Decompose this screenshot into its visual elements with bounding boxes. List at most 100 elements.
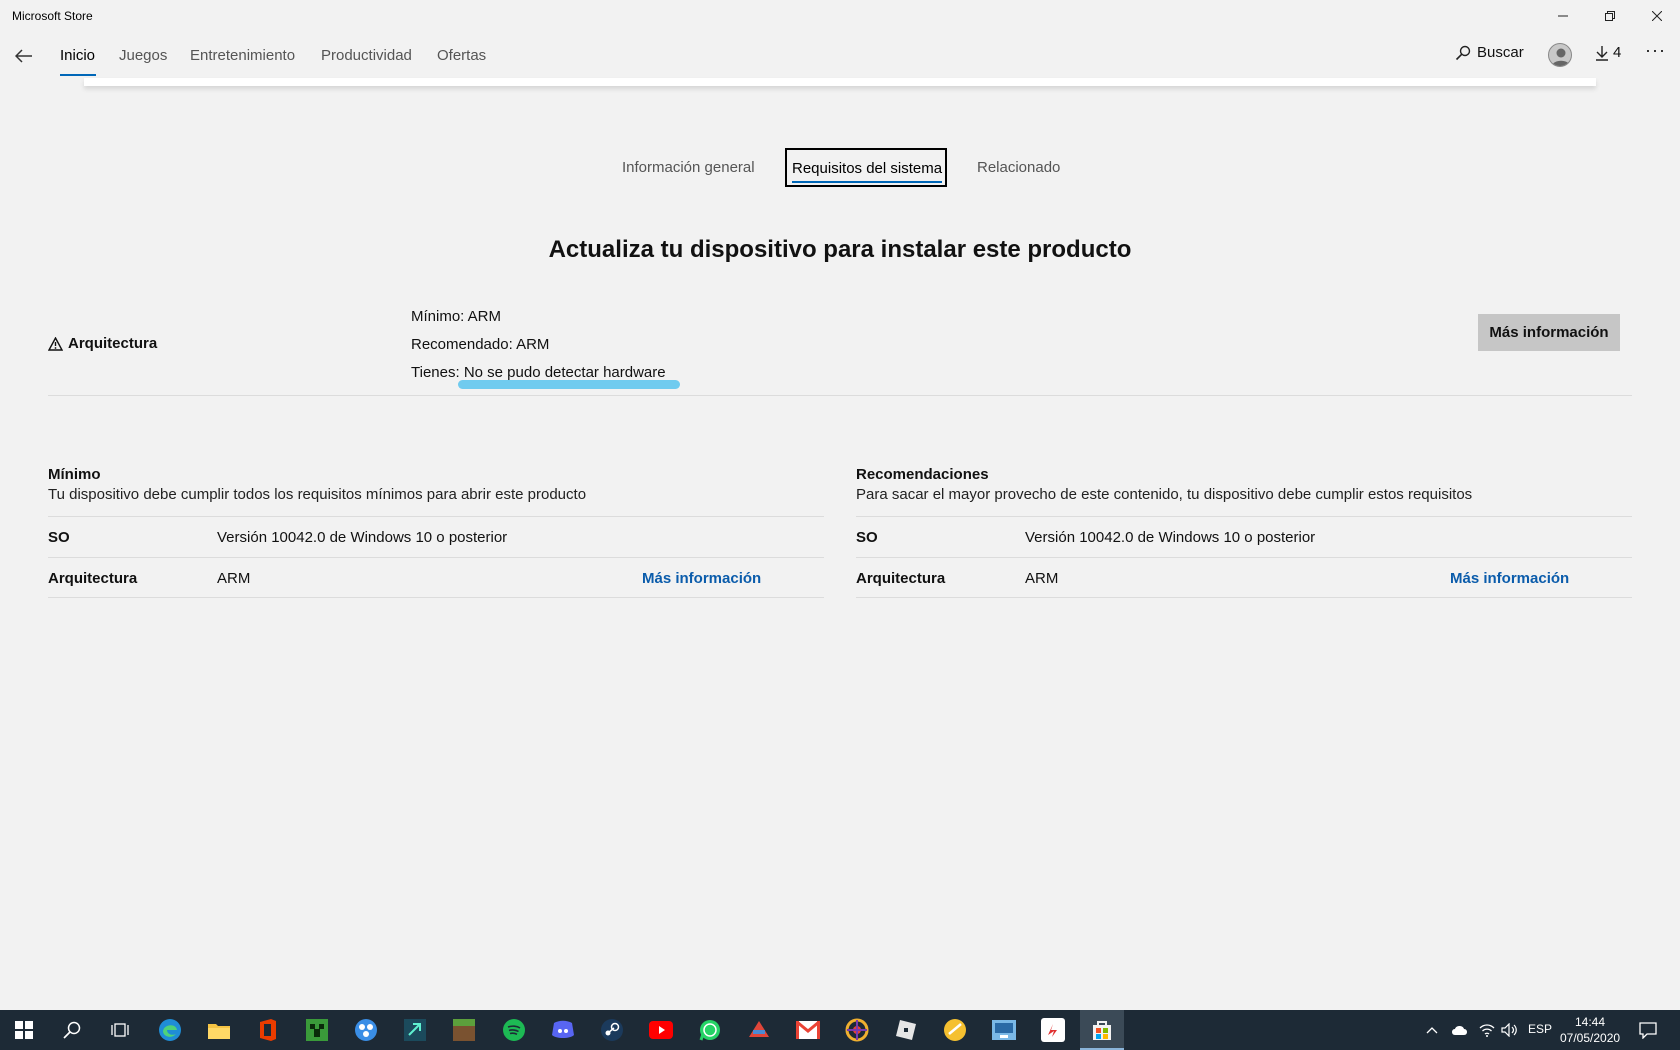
row-key: Arquitectura: [856, 570, 946, 587]
nav-tab-entretenimiento[interactable]: Entretenimiento: [190, 47, 295, 64]
minimum-subtitle: Tu dispositivo debe cumplir todos los re…: [48, 486, 587, 503]
nav-tab-inicio[interactable]: Inicio: [60, 47, 95, 64]
minimize-button[interactable]: [1540, 0, 1586, 32]
current-line: Tienes: No se pudo detectar hardware: [411, 359, 666, 387]
redwhite-app-icon: [1041, 1018, 1065, 1042]
page-heading: Actualiza tu dispositivo para instalar e…: [548, 236, 1132, 263]
row-value: Versión 10042.0 de Windows 10 o posterio…: [217, 529, 508, 546]
taskbar-app-wheel[interactable]: [843, 1016, 871, 1044]
close-button[interactable]: [1634, 0, 1680, 32]
active-tab-indicator: [60, 74, 96, 76]
taskbar-roblox[interactable]: [892, 1016, 920, 1044]
onedrive-button[interactable]: [1450, 1016, 1470, 1044]
nav-tab-productividad[interactable]: Productividad: [321, 47, 412, 64]
taskbar-gmail[interactable]: [794, 1016, 822, 1044]
taskbar: ESP 14:44 07/05/2020: [0, 1010, 1680, 1050]
tray-expand-button[interactable]: [1424, 1016, 1440, 1044]
taskbar-file-explorer[interactable]: [205, 1016, 233, 1044]
search-icon: [1455, 45, 1471, 60]
clock-time: 14:44: [1574, 1015, 1606, 1029]
minimum-title: Mínimo: [48, 466, 101, 483]
restore-icon: [1605, 11, 1615, 21]
taskbar-youtube[interactable]: [647, 1016, 675, 1044]
avatar[interactable]: [1548, 43, 1572, 67]
back-button[interactable]: [6, 40, 42, 72]
taskbar-spotify[interactable]: [500, 1016, 528, 1044]
clock[interactable]: 14:44 07/05/2020: [1560, 1014, 1620, 1046]
clock-date: 07/05/2020: [1560, 1031, 1621, 1045]
tab-informacion-general[interactable]: Información general: [622, 159, 755, 176]
row-value: Versión 10042.0 de Windows 10 o posterio…: [1025, 529, 1316, 546]
search-button[interactable]: Buscar: [1455, 44, 1524, 61]
table-row: Arquitectura ARM Más información: [856, 557, 1632, 598]
active-section-indicator: [792, 181, 942, 183]
window-title: Microsoft Store: [12, 9, 93, 23]
row-key: SO: [856, 529, 878, 546]
wifi-icon: [1479, 1024, 1495, 1037]
roblox-icon: [896, 1020, 916, 1040]
office-icon: [260, 1019, 276, 1041]
row-value: ARM: [1025, 570, 1059, 587]
taskbar-search-button[interactable]: [58, 1016, 86, 1044]
table-row: Arquitectura ARM Más información: [48, 557, 824, 598]
search-icon: [63, 1021, 81, 1039]
restore-button[interactable]: [1587, 0, 1633, 32]
taskbar-app-blue[interactable]: [990, 1016, 1018, 1044]
current-value: No se pudo detectar hardware: [463, 364, 666, 381]
tab-relacionado[interactable]: Relacionado: [977, 159, 1060, 176]
minimum-requirements: Mínimo Tu dispositivo debe cumplir todos…: [48, 466, 824, 598]
taskbar-app-circles[interactable]: [352, 1016, 380, 1044]
circles-app-icon: [355, 1019, 377, 1041]
taskbar-steam[interactable]: [598, 1016, 626, 1044]
task-view-icon: [111, 1023, 129, 1037]
yellow-app-icon: [944, 1019, 966, 1041]
notification-icon: [1639, 1022, 1657, 1039]
more-info-link[interactable]: Más información: [1450, 570, 1569, 587]
architecture-warning: Arquitectura: [48, 335, 157, 352]
row-key: Arquitectura: [48, 570, 138, 587]
taskbar-app-arrow[interactable]: [401, 1016, 429, 1044]
start-button[interactable]: [10, 1016, 38, 1044]
arrow-app-icon: [404, 1019, 426, 1041]
more-options-button[interactable]: ···: [1645, 40, 1666, 61]
notifications-button[interactable]: [1634, 1016, 1662, 1044]
row-value: ARM: [217, 570, 251, 587]
chevron-up-icon: [1426, 1027, 1438, 1034]
back-arrow-icon: [15, 49, 32, 63]
store-icon: [1093, 1021, 1111, 1040]
downloads-button[interactable]: 4: [1595, 44, 1621, 61]
architecture-details: Mínimo: ARM Recomendado: ARM Tienes: No …: [411, 303, 666, 387]
task-view-button[interactable]: [106, 1016, 134, 1044]
taskbar-creeper-app[interactable]: [303, 1016, 331, 1044]
windows-icon: [15, 1021, 33, 1039]
more-info-link[interactable]: Más información: [642, 570, 761, 587]
tab-requisitos-del-sistema[interactable]: Requisitos del sistema: [785, 148, 947, 187]
taskbar-minecraft[interactable]: [450, 1016, 478, 1044]
nav-tab-juegos[interactable]: Juegos: [119, 47, 167, 64]
more-info-button[interactable]: Más información: [1478, 314, 1620, 351]
nav-tab-ofertas[interactable]: Ofertas: [437, 47, 486, 64]
taskbar-app-yellow[interactable]: [941, 1016, 969, 1044]
language-indicator[interactable]: ESP: [1528, 1022, 1552, 1036]
wheel-app-icon: [845, 1018, 869, 1042]
taskbar-whatsapp[interactable]: [696, 1016, 724, 1044]
discord-icon: [552, 1020, 574, 1038]
network-button[interactable]: [1478, 1016, 1496, 1044]
taskbar-office[interactable]: [254, 1016, 282, 1044]
taskbar-store[interactable]: [1088, 1016, 1116, 1044]
nav-bar: Inicio Juegos Entretenimiento Productivi…: [0, 32, 1680, 80]
recommended-title: Recomendaciones: [856, 466, 989, 483]
taskbar-edge[interactable]: [156, 1016, 184, 1044]
folder-icon: [208, 1024, 230, 1039]
product-card-edge: [84, 78, 1596, 86]
volume-button[interactable]: [1500, 1016, 1520, 1044]
spotify-icon: [503, 1019, 525, 1041]
title-bar: Microsoft Store: [0, 0, 1680, 32]
downloads-count: 4: [1613, 44, 1622, 61]
red-app-icon: [749, 1021, 769, 1037]
taskbar-app-redwhite[interactable]: [1039, 1016, 1067, 1044]
taskbar-app-red[interactable]: [745, 1016, 773, 1044]
recommended-subtitle: Para sacar el mayor provecho de este con…: [856, 486, 1473, 503]
taskbar-discord[interactable]: [549, 1016, 577, 1044]
grass-block-icon: [453, 1019, 475, 1041]
